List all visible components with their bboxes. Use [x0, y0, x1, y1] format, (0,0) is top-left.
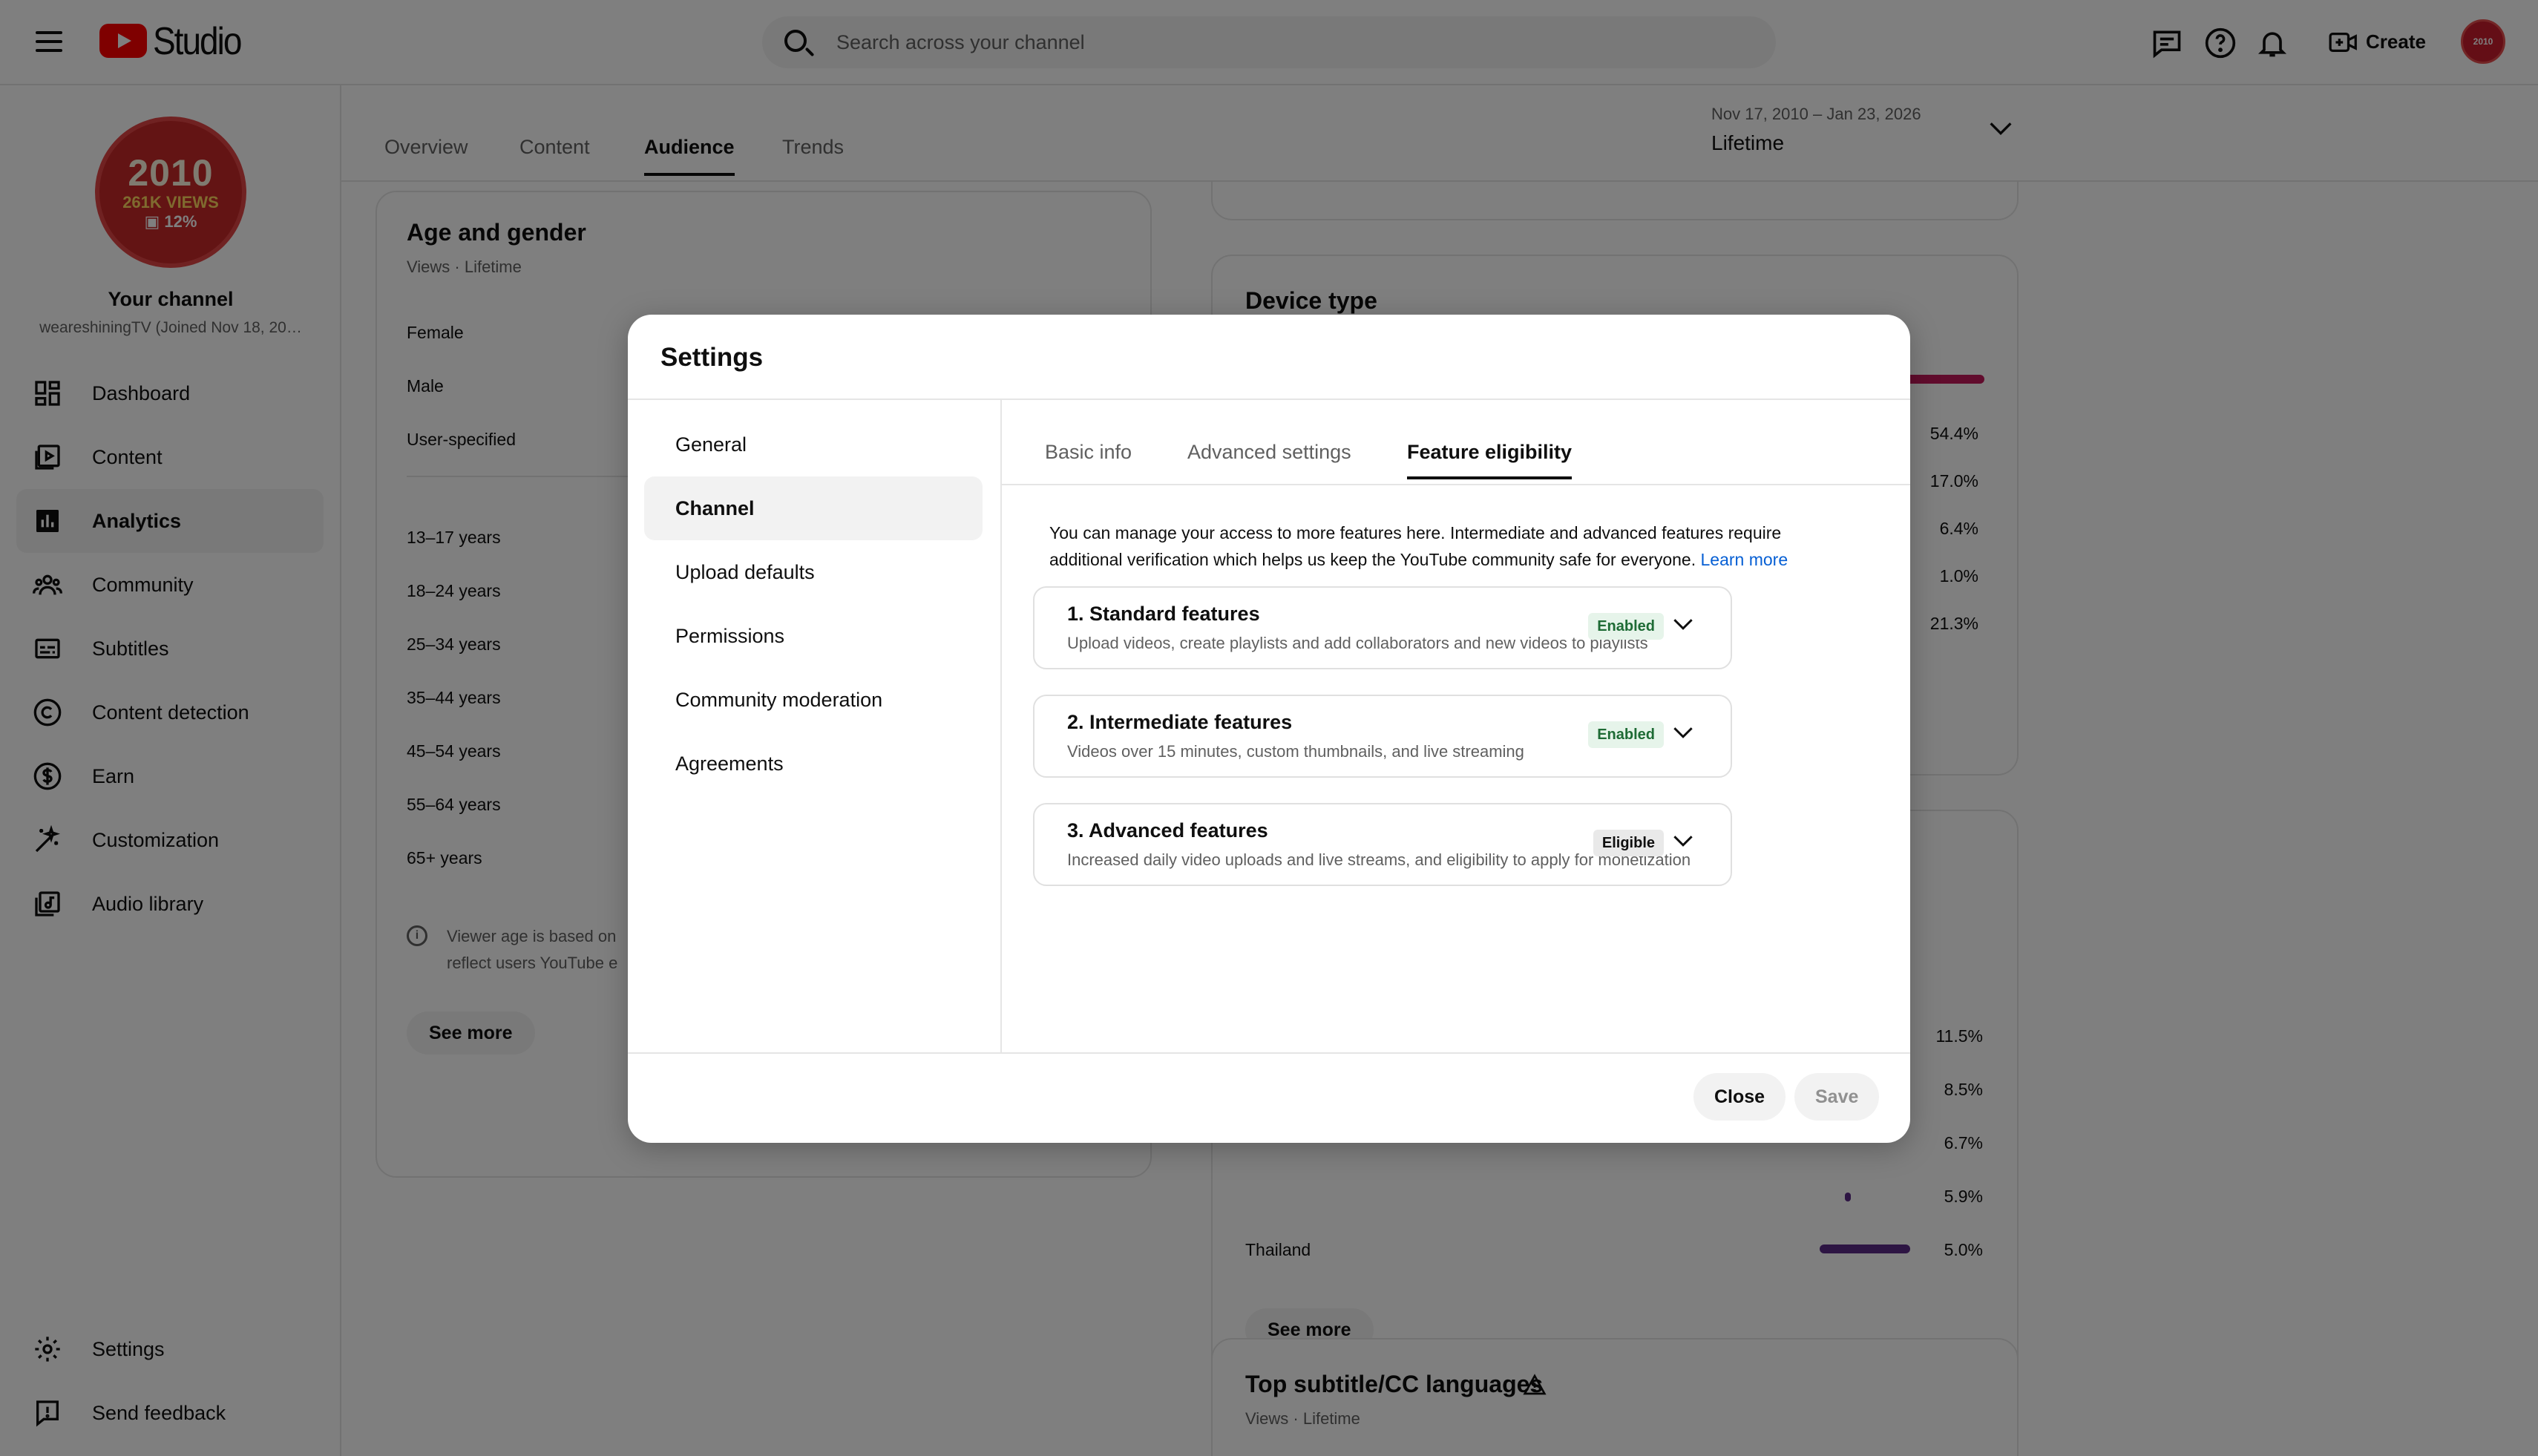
settings-nav-general[interactable]: General — [644, 413, 983, 476]
settings-nav-agreements[interactable]: Agreements — [644, 732, 983, 796]
feature-title: 1. Standard features — [1067, 603, 1260, 625]
feature-advanced[interactable]: 3. Advanced features Increased daily vid… — [1033, 803, 1732, 886]
divider — [628, 399, 1910, 400]
settings-nav-channel[interactable]: Channel — [644, 476, 983, 540]
feature-title: 2. Intermediate features — [1067, 711, 1293, 733]
feature-intermediate[interactable]: 2. Intermediate features Videos over 15 … — [1033, 695, 1732, 778]
intro-text: You can manage your access to more featu… — [1049, 523, 1782, 569]
feature-title: 3. Advanced features — [1067, 819, 1268, 842]
status-badge: Enabled — [1588, 721, 1664, 748]
save-button[interactable]: Save — [1794, 1073, 1880, 1121]
status-badge: Eligible — [1593, 830, 1664, 856]
feature-eligibility-intro: You can manage your access to more featu… — [1049, 519, 1836, 573]
divider — [1000, 399, 1002, 1052]
tab-advanced-settings[interactable]: Advanced settings — [1187, 441, 1351, 464]
learn-more-link[interactable]: Learn more — [1701, 550, 1788, 569]
settings-nav-permissions[interactable]: Permissions — [644, 604, 983, 668]
tab-basic-info[interactable]: Basic info — [1045, 441, 1132, 464]
divider — [628, 1052, 1910, 1054]
close-button[interactable]: Close — [1693, 1073, 1786, 1121]
divider — [1002, 484, 1910, 485]
chevron-down-icon[interactable] — [1673, 617, 1693, 634]
feature-standard[interactable]: 1. Standard features Upload videos, crea… — [1033, 586, 1732, 669]
tab-feature-eligibility[interactable]: Feature eligibility — [1407, 441, 1573, 479]
chevron-down-icon[interactable] — [1673, 726, 1693, 743]
settings-dialog: Settings General Channel Upload defaults… — [628, 315, 1910, 1143]
settings-nav-community-moderation[interactable]: Community moderation — [644, 668, 983, 732]
status-badge: Enabled — [1588, 613, 1664, 640]
settings-nav-upload-defaults[interactable]: Upload defaults — [644, 540, 983, 604]
dialog-title: Settings — [660, 343, 764, 372]
chevron-down-icon[interactable] — [1673, 834, 1693, 851]
